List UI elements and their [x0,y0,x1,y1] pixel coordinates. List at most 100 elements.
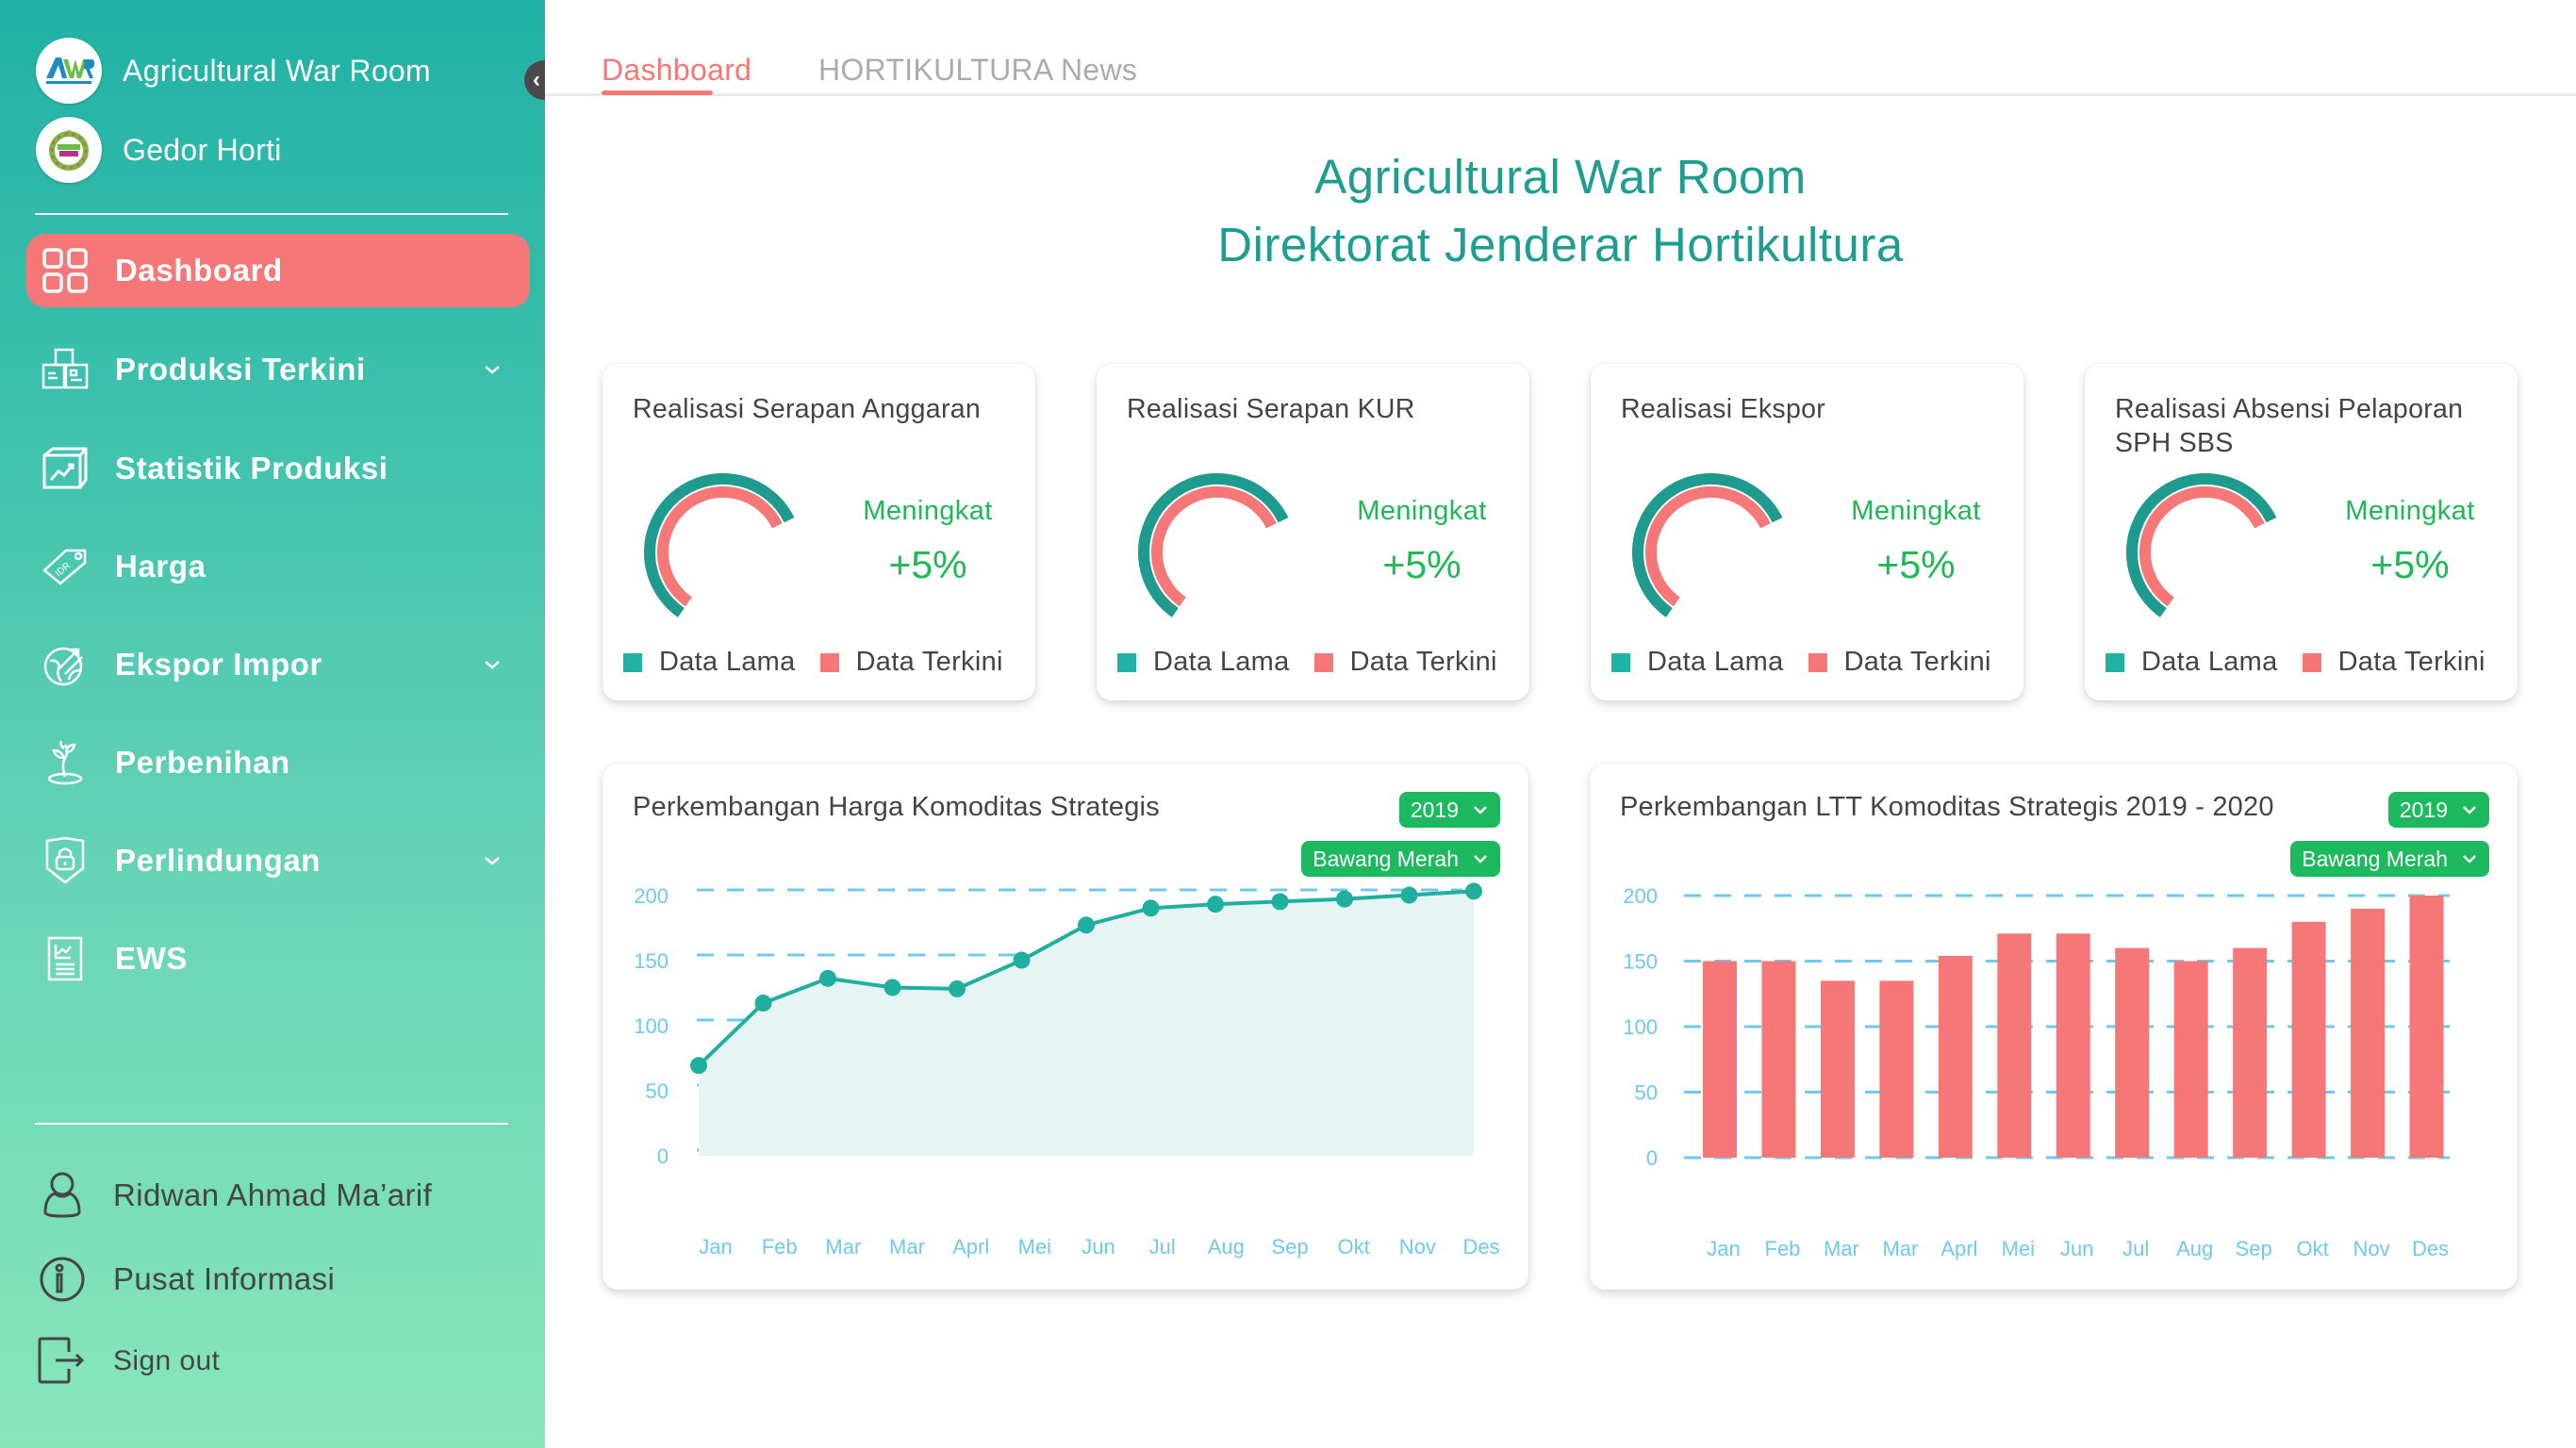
chevron-down-icon[interactable] [481,358,504,381]
x-tick-label: Jul [2122,1237,2149,1260]
sign-out-link[interactable]: Sign out [36,1335,220,1388]
brand-awr[interactable]: Agricultural War Room [36,38,431,104]
gauge-arc-new [1644,485,1771,607]
x-tick-label: Jul [1149,1235,1176,1259]
active-tab-indicator [602,90,713,95]
kpi-card: Realisasi Serapan Anggaran Meningkat +5%… [603,364,1035,700]
legend-swatch [1808,652,1827,672]
seedling-icon [40,737,91,788]
sidebar-item-dashboard[interactable]: Dashboard [26,234,530,307]
y-tick-label: 50 [646,1079,669,1103]
kpi-card-title: Realisasi Serapan Anggaran [633,394,982,424]
chevron-down-icon[interactable] [481,849,504,872]
page-subtitle: Direktorat Jenderar Hortikultura [1217,218,1904,272]
x-tick-label: Aprl [952,1235,989,1259]
y-tick-label: 200 [634,884,669,908]
info-icon [36,1253,89,1306]
y-tick-label: 200 [1623,884,1658,908]
x-tick-label: Mar [1882,1237,1918,1260]
data-point [819,969,836,987]
sidebar-item-label: Ekspor Impor [115,647,322,682]
gauge-arc-old [1138,472,1289,617]
kpi-status: Meningkat [863,496,993,526]
kpi-card: Realisasi Serapan KUR Meningkat +5% Data… [1097,364,1529,700]
legend-label: Data Terkini [2337,647,2485,677]
y-tick-label: 100 [1623,1015,1658,1039]
x-tick-label: Sep [2236,1237,2272,1260]
kpi-status: Meningkat [2345,496,2475,526]
legend-item-new: Data Terkini [1313,647,1497,678]
brand-name: Agricultural War Room [123,53,431,88]
x-tick-label: Jun [1082,1235,1115,1259]
sidebar-item-produksi-terkini[interactable]: Produksi Terkini [26,333,530,406]
sidebar-item-label: EWS [115,941,188,976]
sign-out-label: Sign out [113,1345,221,1376]
legend-swatch [1313,652,1333,672]
info-center-label: Pusat Informasi [113,1261,336,1296]
x-tick-label: Mar [825,1235,861,1259]
gauge-arc-old [2126,472,2277,617]
sidebar-item-label: Produksi Terkini [115,352,366,387]
legend-item-new: Data Terkini [2302,647,2485,678]
data-point [1078,916,1095,934]
x-tick-label: Sep [1271,1235,1308,1259]
sidebar: Agricultural War Room Gedor Horti ‹ Dash… [0,0,545,1448]
sidebar-item-label: Dashboard [115,253,283,288]
sidebar-item-label: Perbenihan [115,745,290,780]
kpi-legend: Data Lama Data Terkini [1117,647,1522,678]
sidebar-item-statistik-produksi[interactable]: Statistik Produksi [26,432,530,505]
bar [1703,961,1737,1158]
info-center-link[interactable]: Pusat Informasi [36,1253,335,1306]
x-tick-label: Feb [762,1235,798,1259]
kpi-gauge [1632,472,1783,617]
sidebar-item-perbenihan[interactable]: Perbenihan [26,726,530,799]
legend-label: Data Terkini [1843,647,1991,677]
kpi-legend: Data Lama Data Terkini [623,647,1028,678]
sidebar-item-harga[interactable]: IDR Harga [26,530,530,603]
sidebar-item-label: Perlindungan [115,843,322,878]
kpi-status: Meningkat [1851,496,1981,526]
user-icon [36,1169,89,1222]
sidebar-item-ekspor-impor[interactable]: Ekspor Impor [26,628,530,701]
page-title: Agricultural War Room [1314,150,1807,204]
x-tick-label: Feb [1765,1237,1801,1260]
data-point [1400,886,1418,904]
sidebar-item-label: Harga [115,549,206,584]
price-tag-icon: IDR [40,541,91,592]
data-point [883,979,901,996]
x-tick-label: Mar [889,1235,925,1259]
brand-name: Gedor Horti [123,132,282,167]
user-name: Ridwan Ahmad Ma’arif [113,1177,433,1212]
x-tick-label: Nov [1399,1235,1436,1259]
brand-gedor-horti[interactable]: Gedor Horti [36,117,282,183]
tab-dashboard[interactable]: Dashboard [602,53,751,88]
legend-item-old: Data Lama [2105,647,2278,678]
legend-item-old: Data Lama [623,647,796,678]
y-tick-label: 150 [634,949,669,973]
data-point [1336,890,1353,908]
x-tick-label: Jan [699,1235,732,1259]
awr-logo-icon [36,38,102,104]
chevron-down-icon[interactable] [481,653,504,676]
bar [1938,955,1973,1158]
gauge-arc-old [644,472,795,617]
x-tick-label: Okt [2296,1237,2328,1260]
legend-item-new: Data Terkini [1808,647,1991,678]
kpi-card: Realisasi Absensi Pelaporan SPH SBS Meni… [2085,364,2518,700]
top-tabs: Dashboard HORTIKULTURA News [545,0,2576,96]
x-tick-label: Mei [2002,1237,2035,1260]
kpi-change-value: +5% [1382,543,1461,586]
x-tick-label: Nov [2353,1237,2390,1260]
sidebar-item-ews[interactable]: EWS [26,922,530,996]
data-point [754,995,772,1012]
sidebar-item-perlindungan[interactable]: Perlindungan [26,824,530,897]
kpi-card-title: Realisasi Serapan KUR [1127,394,1415,424]
report-icon [40,933,91,984]
x-tick-label: Okt [1338,1235,1370,1259]
user-profile-link[interactable]: Ridwan Ahmad Ma’arif [36,1169,432,1222]
kpi-card-title: Realisasi Ekspor [1621,394,1826,424]
data-point [949,979,966,997]
tab-hortikultura-news[interactable]: HORTIKULTURA News [818,53,1137,88]
kpi-card-title: Realisasi Absensi Pelaporan SPH SBS [2115,394,2464,458]
x-tick-label: Aug [2176,1237,2213,1260]
